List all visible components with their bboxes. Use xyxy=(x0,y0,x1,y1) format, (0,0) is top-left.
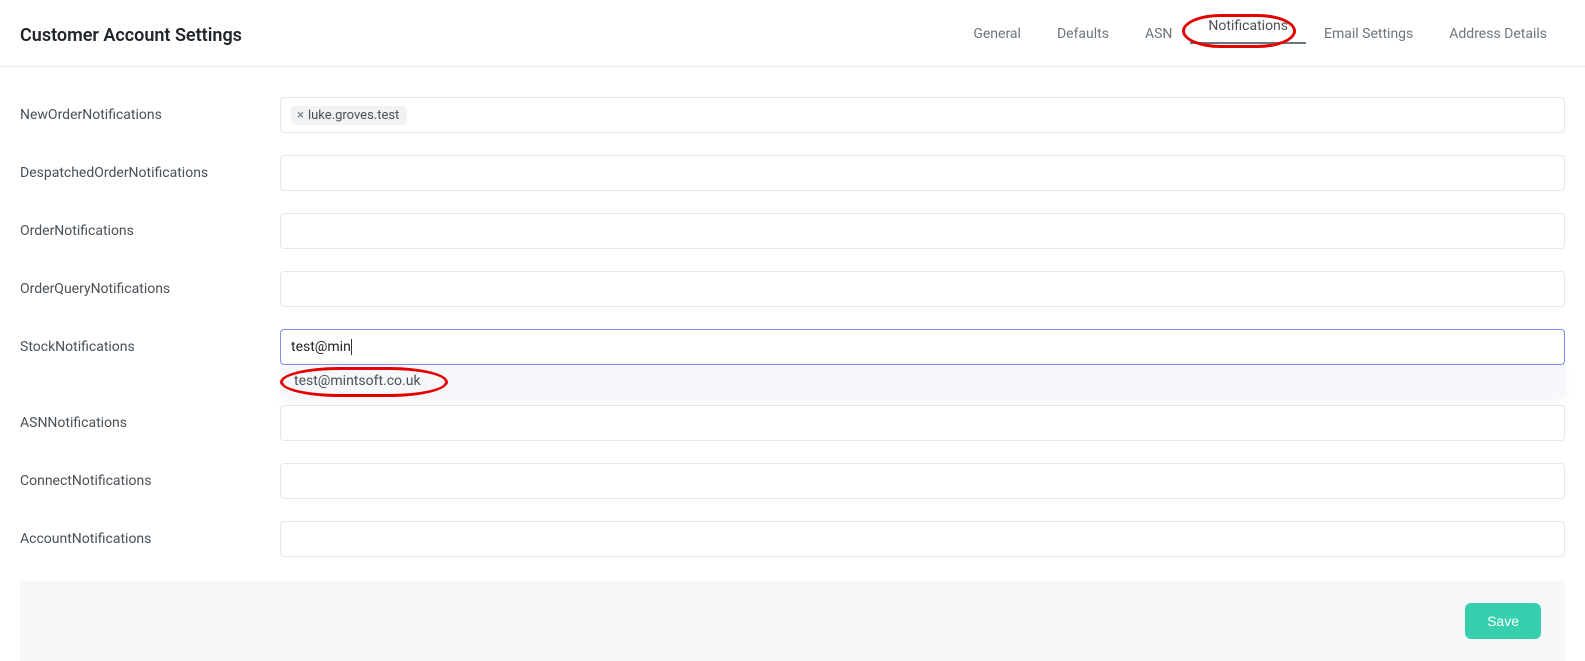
input-order-query-notifications[interactable] xyxy=(280,271,1565,307)
footer-bar: Save xyxy=(20,581,1565,661)
suggestion-text: test@mintsoft.co.uk xyxy=(294,373,421,389)
input-despatched-order-notifications[interactable] xyxy=(280,155,1565,191)
input-account-notifications[interactable] xyxy=(280,521,1565,557)
tab-email-settings[interactable]: Email Settings xyxy=(1306,18,1431,52)
row-connect-notifications: ConnectNotifications xyxy=(20,463,1565,499)
row-new-order-notifications: NewOrderNotifications × luke.groves.test xyxy=(20,97,1565,133)
tab-notifications[interactable]: Notifications xyxy=(1190,10,1306,44)
label-order-query-notifications: OrderQueryNotifications xyxy=(20,281,280,297)
label-despatched-order-notifications: DespatchedOrderNotifications xyxy=(20,165,280,181)
label-asn-notifications: ASNNotifications xyxy=(20,415,280,431)
label-order-notifications: OrderNotifications xyxy=(20,223,280,239)
label-connect-notifications: ConnectNotifications xyxy=(20,473,280,489)
input-order-notifications[interactable] xyxy=(280,213,1565,249)
input-connect-notifications[interactable] xyxy=(280,463,1565,499)
chip-label: luke.groves.test xyxy=(308,108,399,123)
row-asn-notifications: ASNNotifications xyxy=(20,405,1565,441)
tab-asn[interactable]: ASN xyxy=(1127,18,1190,52)
row-order-query-notifications: OrderQueryNotifications xyxy=(20,271,1565,307)
autocomplete-suggestion[interactable]: test@mintsoft.co.uk xyxy=(280,365,1565,397)
input-stock-notifications[interactable]: test@min xyxy=(280,329,1565,365)
row-order-notifications: OrderNotifications xyxy=(20,213,1565,249)
page-title: Customer Account Settings xyxy=(20,25,242,46)
label-new-order-notifications: NewOrderNotifications xyxy=(20,107,280,123)
label-stock-notifications: StockNotifications xyxy=(20,339,280,355)
row-despatched-order-notifications: DespatchedOrderNotifications xyxy=(20,155,1565,191)
form-area: NewOrderNotifications × luke.groves.test… xyxy=(0,67,1585,557)
row-account-notifications: AccountNotifications xyxy=(20,521,1565,557)
row-stock-notifications: StockNotifications test@min test@mintsof… xyxy=(20,329,1565,365)
chip-remove-icon[interactable]: × xyxy=(297,108,304,123)
input-new-order-notifications[interactable]: × luke.groves.test xyxy=(280,97,1565,133)
tab-bar: General Defaults ASN Notifications Email… xyxy=(955,18,1565,52)
save-button[interactable]: Save xyxy=(1465,603,1541,639)
page-header: Customer Account Settings General Defaul… xyxy=(0,0,1585,67)
chip-luke-groves-test[interactable]: × luke.groves.test xyxy=(291,106,407,125)
input-stock-value: test@min xyxy=(291,339,352,355)
tab-defaults[interactable]: Defaults xyxy=(1039,18,1127,52)
tab-address-details[interactable]: Address Details xyxy=(1431,18,1565,52)
tab-general[interactable]: General xyxy=(955,18,1039,52)
label-account-notifications: AccountNotifications xyxy=(20,531,280,547)
input-asn-notifications[interactable] xyxy=(280,405,1565,441)
